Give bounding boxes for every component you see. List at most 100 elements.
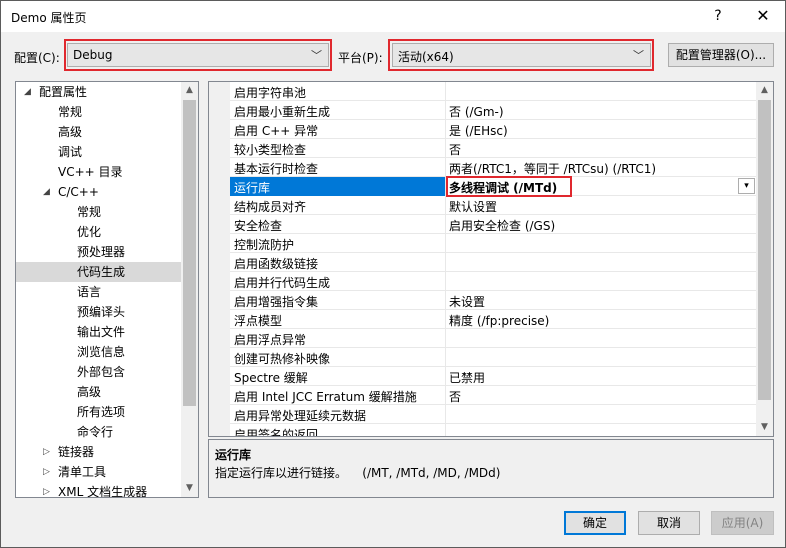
property-row[interactable]: 结构成员对齐 默认设置 xyxy=(230,196,758,215)
tree-item[interactable]: 浏览信息 xyxy=(16,342,182,362)
ok-button[interactable]: 确定 xyxy=(564,511,626,535)
cancel-button[interactable]: 取消 xyxy=(638,511,700,535)
tree-item[interactable]: 常规 xyxy=(16,202,182,222)
property-name: 运行库 xyxy=(234,181,271,195)
tree-item[interactable]: ▷ 清单工具 xyxy=(16,462,182,482)
property-value: 默认设置 xyxy=(449,200,498,214)
property-row[interactable]: 启用 Intel JCC Erratum 缓解措施 否 xyxy=(230,386,758,405)
scroll-down-icon[interactable]: ▼ xyxy=(756,419,773,436)
property-row[interactable]: 安全检查 启用安全检查 (/GS) xyxy=(230,215,758,234)
property-row[interactable]: 浮点模型 精度 (/fp:precise) xyxy=(230,310,758,329)
description-panel: 运行库 指定运行库以进行链接。 (/MT, /MTd, /MD, /MDd) xyxy=(208,439,774,498)
scroll-up-icon[interactable]: ▲ xyxy=(756,82,773,99)
property-row[interactable]: 启用并行代码生成 xyxy=(230,272,758,291)
tree-item-label: 所有选项 xyxy=(77,405,126,419)
column-divider xyxy=(445,253,446,272)
column-divider xyxy=(445,215,446,234)
property-value[interactable]: 多线程调试 (/MTd) xyxy=(449,179,557,196)
title-bar: Demo 属性页 ? ✕ xyxy=(1,1,785,32)
grid-scrollbar[interactable]: ▲ ▼ xyxy=(756,82,773,436)
tree-item[interactable]: 命令行 xyxy=(16,422,182,442)
property-name: 启用函数级链接 xyxy=(234,257,319,271)
tree-item[interactable]: ◢ 配置属性 xyxy=(16,82,182,102)
tree-item-label: 清单工具 xyxy=(58,465,107,479)
tree-item-label: C/C++ xyxy=(58,185,99,199)
tree-item[interactable]: ◢ C/C++ xyxy=(16,182,182,202)
tree-item[interactable]: 输出文件 xyxy=(16,322,182,342)
property-row[interactable]: 启用字符串池 xyxy=(230,82,758,101)
property-name: 启用异常处理延续元数据 xyxy=(234,409,367,423)
property-row[interactable]: 运行库 多线程调试 (/MTd) ▾ xyxy=(230,176,758,197)
collapse-arrow-icon[interactable]: ◢ xyxy=(43,182,50,202)
tree-item[interactable]: ▷ XML 文档生成器 xyxy=(16,482,182,498)
property-row[interactable]: 创建可热修补映像 xyxy=(230,348,758,367)
property-row[interactable]: 启用函数级链接 xyxy=(230,253,758,272)
tree-scroll-thumb[interactable] xyxy=(183,100,196,406)
tree-item[interactable]: 常规 xyxy=(16,102,182,122)
property-row[interactable]: 启用 C++ 异常 是 (/EHsc) xyxy=(230,120,758,139)
tree-item[interactable]: 高级 xyxy=(16,122,182,142)
property-row[interactable]: 启用增强指令集 未设置 xyxy=(230,291,758,310)
platform-combobox[interactable]: 活动(x64) ﹀ xyxy=(392,43,651,67)
scroll-up-icon[interactable]: ▲ xyxy=(181,82,198,99)
tree-item[interactable]: 优化 xyxy=(16,222,182,242)
tree-item[interactable]: 预编译头 xyxy=(16,302,182,322)
tree-item-label: 调试 xyxy=(58,145,83,159)
tree-item-label: 命令行 xyxy=(77,425,114,439)
property-value: 否 xyxy=(449,390,462,404)
tree-item-label: VC++ 目录 xyxy=(58,165,123,179)
property-name: 浮点模型 xyxy=(234,314,283,328)
column-divider xyxy=(445,120,446,139)
property-row[interactable]: 启用浮点异常 xyxy=(230,329,758,348)
property-row[interactable]: 控制流防护 xyxy=(230,234,758,253)
grid-scroll-thumb[interactable] xyxy=(758,100,771,400)
tree-item-label: 常规 xyxy=(77,205,102,219)
expand-arrow-icon[interactable]: ▷ xyxy=(43,482,50,497)
property-name: 较小类型检查 xyxy=(234,143,307,157)
property-name: 启用并行代码生成 xyxy=(234,276,331,290)
configuration-manager-button[interactable]: 配置管理器(O)... xyxy=(668,43,774,67)
property-name: 启用字符串池 xyxy=(234,86,307,100)
property-value: 精度 (/fp:precise) xyxy=(449,314,550,328)
expand-arrow-icon[interactable]: ▷ xyxy=(43,442,50,462)
tree-item[interactable]: 外部包含 xyxy=(16,362,182,382)
tree-item[interactable]: 语言 xyxy=(16,282,182,302)
property-row[interactable]: 启用最小重新生成 否 (/Gm-) xyxy=(230,101,758,120)
config-value: Debug xyxy=(73,48,113,62)
tree-item[interactable]: 所有选项 xyxy=(16,402,182,422)
property-name: Spectre 缓解 xyxy=(234,371,308,385)
tree-scrollbar[interactable]: ▲ ▼ xyxy=(181,82,198,497)
property-name: 启用浮点异常 xyxy=(234,333,307,347)
property-name: 创建可热修补映像 xyxy=(234,352,331,366)
property-value: 否 (/Gm-) xyxy=(449,105,504,119)
tree-item-label: 链接器 xyxy=(58,445,95,459)
chevron-down-icon: ﹀ xyxy=(311,49,322,62)
collapse-arrow-icon[interactable]: ◢ xyxy=(24,82,31,102)
close-button[interactable]: ✕ xyxy=(751,5,775,27)
apply-button[interactable]: 应用(A) xyxy=(711,511,774,535)
property-row[interactable]: 较小类型检查 否 xyxy=(230,139,758,158)
tree-item[interactable]: ▷ 链接器 xyxy=(16,442,182,462)
help-button[interactable]: ? xyxy=(706,5,730,27)
tree-item-label: XML 文档生成器 xyxy=(58,485,148,498)
property-name: 启用 Intel JCC Erratum 缓解措施 xyxy=(234,390,417,404)
property-row[interactable]: 启用签名的返回 xyxy=(230,424,758,437)
column-divider xyxy=(445,348,446,367)
chevron-down-icon[interactable]: ▾ xyxy=(738,178,755,194)
tree-item[interactable]: 高级 xyxy=(16,382,182,402)
scroll-down-icon[interactable]: ▼ xyxy=(181,480,198,497)
property-row[interactable]: 启用异常处理延续元数据 xyxy=(230,405,758,424)
property-name: 启用签名的返回 xyxy=(234,428,319,437)
expand-arrow-icon[interactable]: ▷ xyxy=(43,462,50,482)
property-row[interactable]: Spectre 缓解 已禁用 xyxy=(230,367,758,386)
property-grid: 启用字符串池 启用最小重新生成 否 (/Gm-) 启用 C++ 异常 是 (/EHsc)… xyxy=(208,81,774,437)
property-value: 已禁用 xyxy=(449,371,486,385)
tree-item[interactable]: 代码生成 xyxy=(16,262,182,282)
tree-item[interactable]: VC++ 目录 xyxy=(16,162,182,182)
tree-item[interactable]: 调试 xyxy=(16,142,182,162)
config-combobox[interactable]: Debug ﹀ xyxy=(67,43,329,67)
property-row[interactable]: 基本运行时检查 两者(/RTC1，等同于 /RTCsu) (/RTC1) xyxy=(230,158,758,177)
category-tree: ◢ 配置属性 常规 高级 调试 VC++ 目录 ◢ C/C++ 常规 优化 预处理器 代码生成 语言 预编… xyxy=(15,81,199,498)
tree-item[interactable]: 预处理器 xyxy=(16,242,182,262)
column-divider xyxy=(445,367,446,386)
